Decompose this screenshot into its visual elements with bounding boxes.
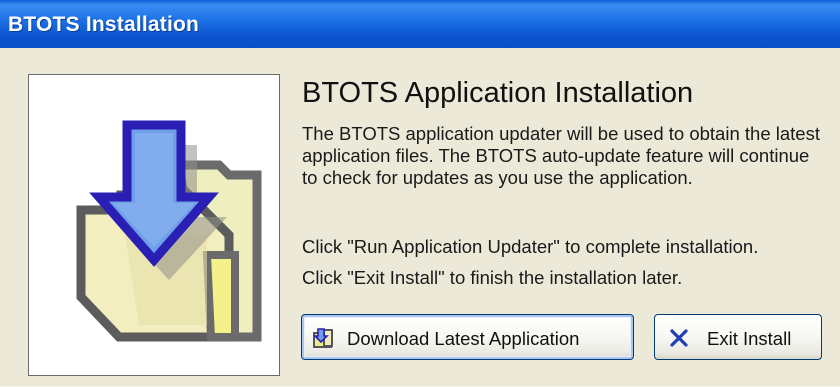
download-button-label: Download Latest Application [347, 328, 580, 349]
x-icon [669, 328, 689, 353]
instruction-exit-text: Click "Exit Install" to finish the insta… [302, 267, 683, 288]
page-heading: BTOTS Application Installation [302, 77, 694, 109]
title-bar[interactable]: BTOTS Installation [0, 0, 840, 48]
download-folder-icon [312, 327, 334, 354]
download-arrow-folder-icon [76, 120, 262, 342]
window-title: BTOTS Installation [8, 13, 200, 36]
description-text: The BTOTS application updater will be us… [302, 123, 820, 188]
installer-image-panel [28, 74, 280, 376]
exit-install-button[interactable]: Exit Install [654, 314, 822, 360]
dialog-content: BTOTS Application Installation The BTOTS… [0, 48, 840, 387]
download-latest-application-button[interactable]: Download Latest Application [301, 314, 634, 360]
instruction-run-text: Click "Run Application Updater" to compl… [302, 236, 759, 257]
exit-button-label: Exit Install [707, 328, 792, 349]
